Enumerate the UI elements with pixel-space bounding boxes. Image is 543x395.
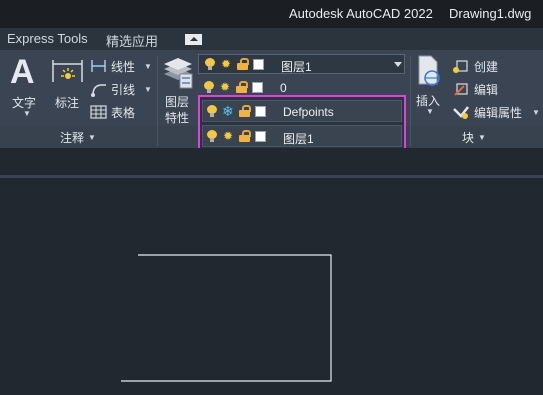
chevron-down-icon: ▼ — [426, 107, 434, 116]
chevron-down-icon: ▼ — [532, 108, 540, 117]
leader-icon — [91, 84, 106, 97]
lightbulb-on-icon — [204, 81, 214, 93]
lightbulb-on-icon — [205, 58, 215, 70]
leader-button[interactable]: 引线 ▼ — [90, 80, 154, 98]
snowflake-frozen-icon: ❄ — [222, 103, 234, 119]
tab-featured-apps[interactable]: 精选应用 — [106, 31, 158, 50]
lightbulb-on-icon — [207, 105, 217, 117]
unlock-icon — [238, 105, 251, 117]
panel-separator — [410, 56, 411, 146]
block-panel-label: 块 — [462, 131, 475, 145]
linear-dimension-label: 线性 — [111, 60, 136, 74]
create-label: 创建 — [474, 60, 499, 74]
edit-attributes-icon — [453, 106, 469, 119]
linear-dimension-button[interactable]: 线性 ▼ — [90, 57, 154, 75]
drawn-polyline — [121, 254, 332, 382]
dropdown-item-label: 图层1 — [283, 132, 314, 146]
chevron-down-icon: ▼ — [88, 133, 96, 142]
leader-label: 引线 — [111, 83, 136, 97]
dropdown-item-label: Defpoints — [283, 105, 334, 119]
table-icon — [90, 105, 107, 119]
layer-row-name: 0 — [280, 81, 287, 95]
text-a-icon: A — [10, 53, 35, 91]
insert-block-button[interactable]: 插入 ▼ — [413, 54, 445, 124]
create-block-button[interactable]: 创建 — [452, 57, 542, 75]
layer-properties-label-1: 图层 — [165, 95, 190, 109]
insert-block-icon — [418, 55, 440, 86]
unlock-icon — [236, 81, 248, 93]
color-swatch-icon — [253, 58, 264, 70]
chevron-down-icon — [394, 62, 402, 67]
layer-properties-button[interactable]: 图层 特性 — [160, 56, 196, 125]
sun-thawed-icon: ✹ — [219, 80, 231, 94]
layer-state-icons: ✹ — [205, 58, 264, 70]
unlock-icon — [239, 130, 251, 142]
linear-dimension-icon — [91, 60, 106, 72]
panel-separator — [157, 56, 158, 146]
text-tool-button[interactable]: A 文字 ▼ — [8, 53, 42, 118]
document-title: Drawing1.dwg — [449, 6, 532, 21]
drawing-canvas[interactable] — [0, 175, 543, 395]
chevron-down-icon: ▼ — [144, 85, 152, 94]
layer-state-icons: ✹ — [207, 130, 266, 142]
layer-properties-label-2: 特性 — [165, 111, 190, 125]
tab-express-tools[interactable]: Express Tools — [7, 31, 88, 46]
layer-state-icons: ✹ — [204, 81, 263, 93]
lightbulb-on-icon — [207, 130, 217, 142]
chevron-down-icon: ▼ — [23, 109, 31, 118]
dimension-tool-button[interactable]: 标注 — [51, 56, 85, 118]
triangle-up-icon — [190, 37, 198, 41]
block-panel-title[interactable]: 块 ▼ — [460, 129, 500, 145]
sun-thawed-icon: ✹ — [220, 57, 232, 71]
dropdown-item-layer1[interactable]: ✹ 图层1 — [202, 125, 402, 147]
dimension-icon — [52, 60, 83, 82]
layer-stack-icon — [164, 58, 193, 89]
edit-attributes-button[interactable]: 编辑属性 ▼ — [452, 103, 542, 121]
color-swatch-icon — [255, 130, 266, 142]
edit-block-icon — [454, 83, 468, 96]
chevron-down-icon: ▼ — [144, 62, 152, 71]
table-button[interactable]: 表格 — [90, 103, 154, 121]
sun-thawed-icon: ✹ — [222, 129, 234, 143]
unlock-icon — [237, 58, 249, 70]
edit-attributes-label: 编辑属性 — [474, 106, 523, 120]
layer-dropdown-list: ❄ Defpoints ✹ 图层1 — [198, 95, 406, 150]
edit-label: 编辑 — [474, 83, 499, 97]
title-bar: Autodesk AutoCAD 2022 Drawing1.dwg — [0, 0, 543, 28]
edit-block-button[interactable]: 编辑 — [452, 80, 542, 98]
app-title: Autodesk AutoCAD 2022 — [289, 6, 433, 21]
chevron-down-icon: ▼ — [478, 133, 486, 142]
toolbar-gap — [0, 148, 543, 175]
ribbon-tab-bar: Express Tools 精选应用 — [0, 28, 543, 50]
table-label: 表格 — [111, 106, 136, 120]
color-swatch-icon — [254, 105, 266, 117]
layer-state-icons: ❄ — [207, 103, 266, 119]
color-swatch-icon — [252, 81, 263, 93]
layer-dropdown[interactable]: ✹ 图层1 — [198, 54, 405, 74]
ribbon-minimize-button[interactable] — [185, 34, 202, 45]
current-layer-name: 图层1 — [281, 60, 312, 74]
dimension-tool-label: 标注 — [55, 96, 80, 110]
create-block-icon — [453, 60, 468, 73]
annotation-panel-label: 注释 — [60, 131, 85, 145]
dropdown-item-defpoints[interactable]: ❄ Defpoints — [202, 100, 402, 122]
annotation-panel-title[interactable]: 注释 ▼ — [58, 129, 108, 145]
